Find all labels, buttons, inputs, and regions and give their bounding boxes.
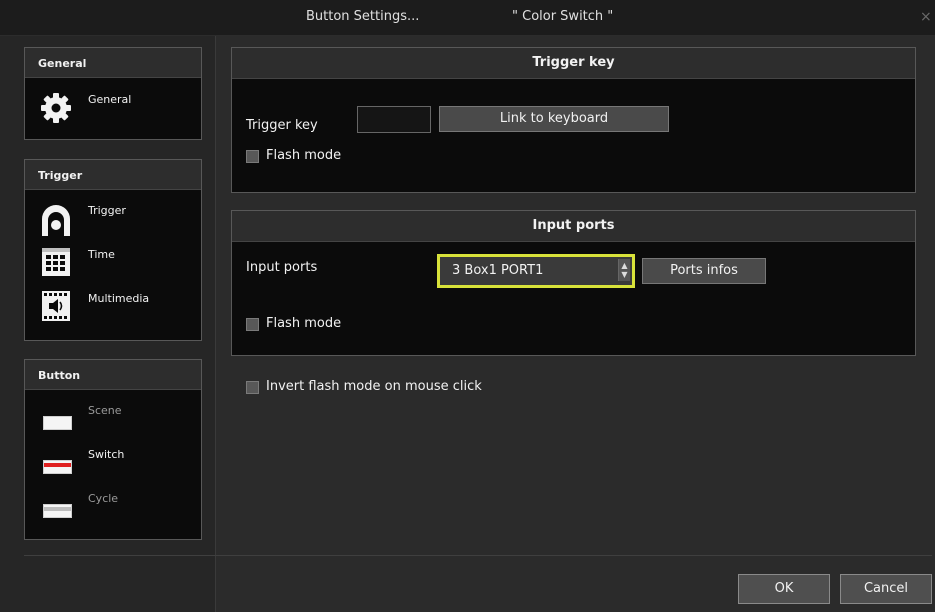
input-ports-label: Input ports <box>246 260 318 275</box>
multimedia-speaker-icon <box>39 288 73 322</box>
sidebar-item-label: Cycle <box>88 492 119 505</box>
sidebar-item-label: General <box>88 93 132 106</box>
sidebar-item-trigger[interactable]: Trigger <box>25 204 201 244</box>
input-port-select[interactable]: 3 Box1 PORT1 ▲ ▼ <box>437 254 635 288</box>
link-to-keyboard-button[interactable]: Link to keyboard <box>439 106 669 132</box>
window-title: Button Settings... <box>306 9 420 24</box>
switch-swatch-icon <box>43 460 72 474</box>
trigger-key-input[interactable] <box>357 106 431 133</box>
flash-mode-label: Flash mode <box>266 148 342 163</box>
title-bar: Button Settings... " Color Switch " × <box>0 0 935 36</box>
sidebar-item-label: Time <box>88 248 115 261</box>
window-subtitle: " Color Switch " <box>512 9 614 24</box>
sidebar-item-label: Multimedia <box>88 292 150 305</box>
cycle-swatch-icon <box>43 504 72 518</box>
sidebar-item-switch[interactable]: Switch <box>25 448 201 488</box>
input-port-value: 3 Box1 PORT1 <box>452 263 544 278</box>
sidebar-item-scene[interactable]: Scene <box>25 404 201 444</box>
invert-flash-label: Invert flash mode on mouse click <box>266 379 482 394</box>
sidebar-item-label: Switch <box>88 448 125 461</box>
flash-mode-label: Flash mode <box>266 316 342 331</box>
sidebar-section-button: Button Scene Switch Cycle <box>24 359 202 540</box>
sidebar-item-time[interactable]: Time <box>25 248 201 288</box>
trigger-key-label: Trigger key <box>246 118 318 133</box>
scene-swatch-icon <box>43 416 72 430</box>
footer-divider <box>24 555 932 556</box>
calendar-icon <box>39 245 73 279</box>
invert-flash-checkbox[interactable] <box>246 381 259 394</box>
sidebar-item-label: Scene <box>88 404 122 417</box>
ports-infos-button[interactable]: Ports infos <box>642 258 766 284</box>
input-ports-header: Input ports <box>232 211 915 242</box>
sidebar-item-label: Trigger <box>88 204 126 217</box>
cancel-button[interactable]: Cancel <box>840 574 932 604</box>
sidebar-item-cycle[interactable]: Cycle <box>25 492 201 532</box>
sidebar-header-general: General <box>25 48 201 78</box>
sidebar-header-trigger: Trigger <box>25 160 201 190</box>
sidebar-section-general: General General <box>24 47 202 140</box>
trigger-key-header: Trigger key <box>232 48 915 79</box>
sidebar-item-general[interactable]: General <box>25 93 201 133</box>
trigger-arch-icon <box>39 202 73 236</box>
close-icon[interactable]: × <box>920 9 932 25</box>
sidebar-item-multimedia[interactable]: Multimedia <box>25 291 201 332</box>
ok-button[interactable]: OK <box>738 574 830 604</box>
flash-mode-checkbox[interactable] <box>246 318 259 331</box>
spinner-arrows-icon[interactable]: ▲ ▼ <box>618 259 630 281</box>
sidebar-header-button: Button <box>25 360 201 390</box>
gear-icon <box>39 91 73 125</box>
flash-mode-checkbox[interactable] <box>246 150 259 163</box>
sidebar-section-trigger: Trigger Trigger Time Multimedia <box>24 159 202 341</box>
